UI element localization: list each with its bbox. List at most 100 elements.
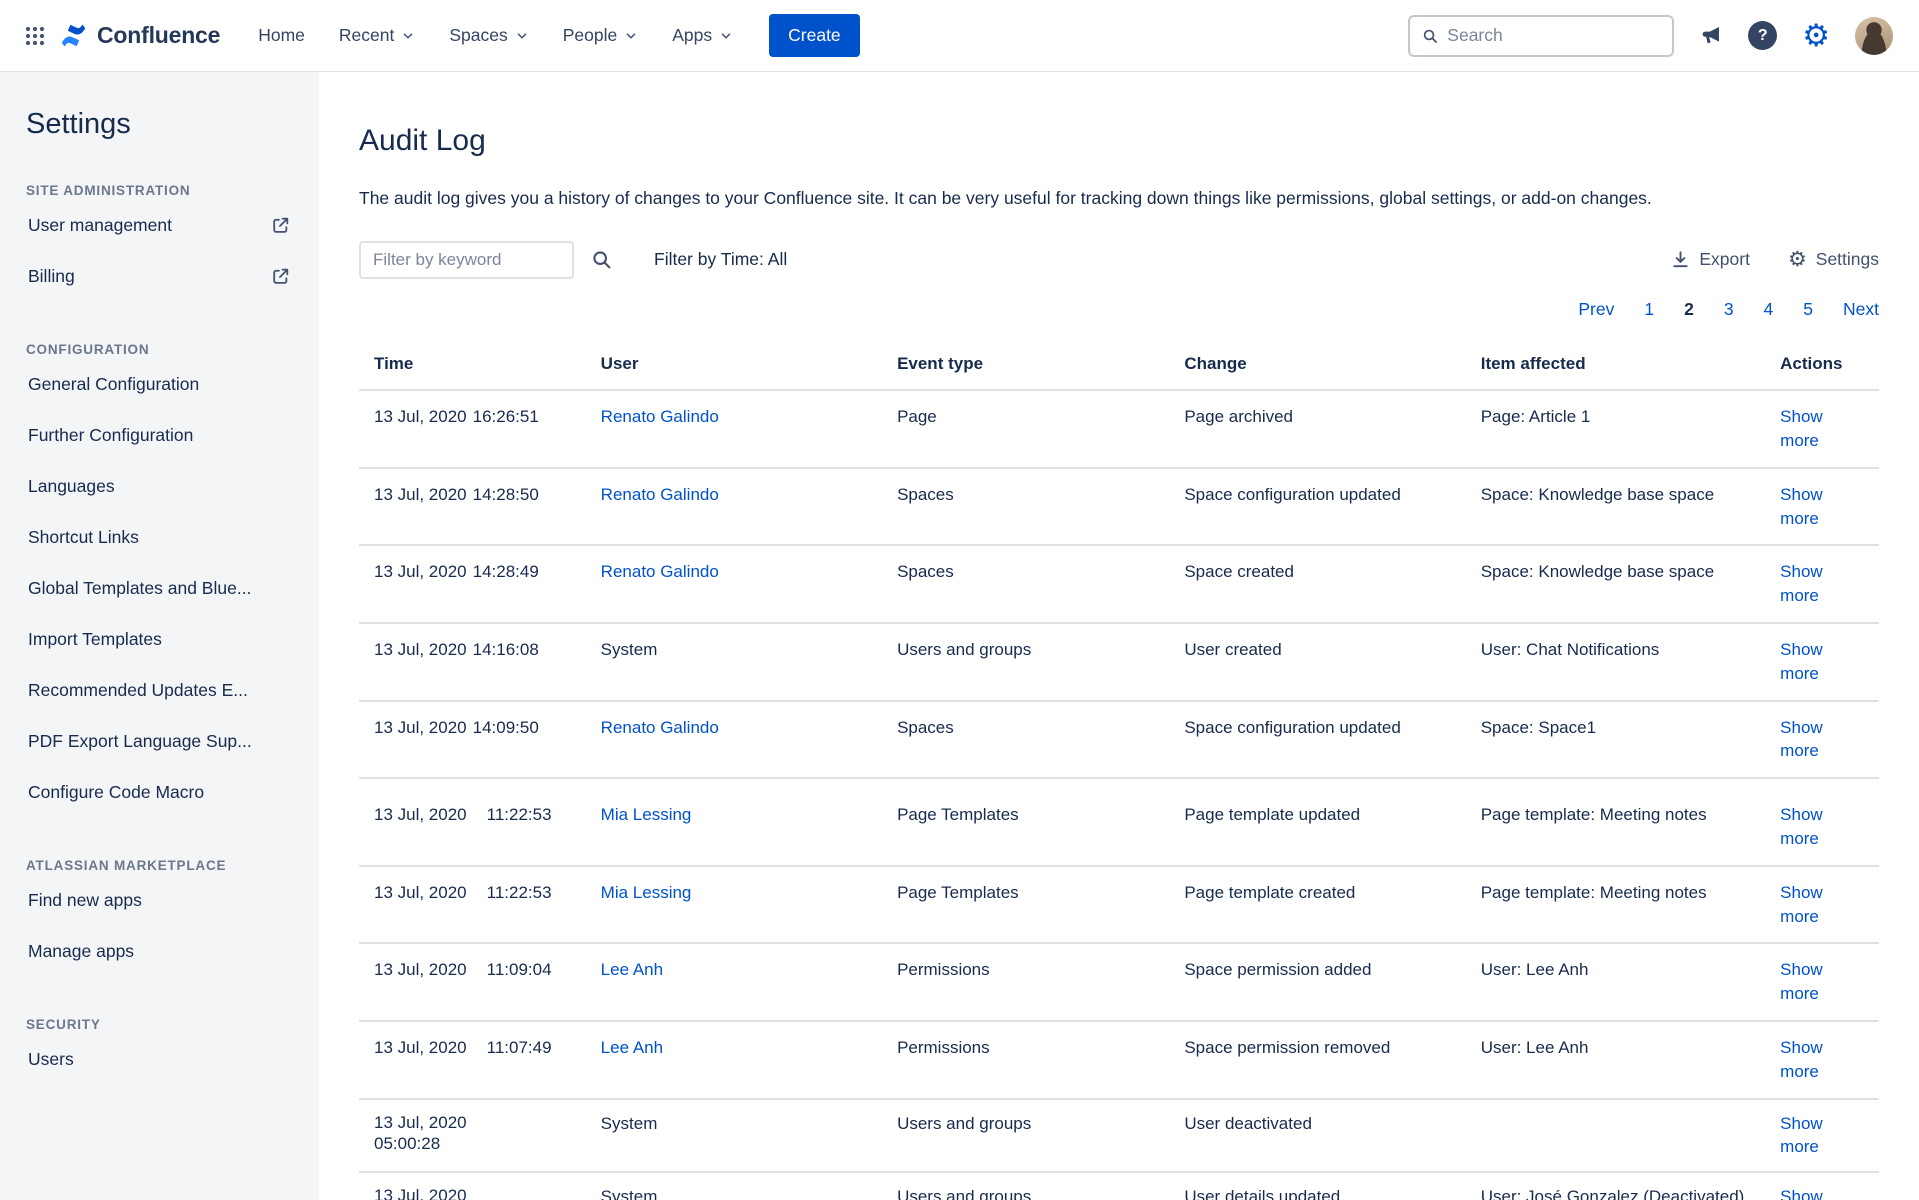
show-more-link[interactable]: Show more	[1780, 883, 1823, 926]
cell-change: User details updated	[1184, 1185, 1480, 1200]
show-more-link[interactable]: Show more	[1780, 407, 1823, 450]
cell-actions: Show more	[1780, 1185, 1879, 1200]
time-filter[interactable]: Filter by Time: All	[654, 249, 787, 270]
time-date: 13 Jul, 2020	[374, 883, 467, 902]
user-link[interactable]: Renato Galindo	[601, 485, 719, 504]
sidebar-item-recommended-updates-e[interactable]: Recommended Updates E...	[26, 667, 293, 714]
pagination-page-4[interactable]: 4	[1764, 299, 1774, 320]
sidebar-item-global-templates-and-blue[interactable]: Global Templates and Blue...	[26, 565, 293, 612]
cell-item-affected: User: Chat Notifications	[1481, 638, 1780, 662]
confluence-logo[interactable]: Confluence	[58, 20, 220, 51]
time-date: 13 Jul, 2020	[374, 407, 467, 426]
show-more-link[interactable]: Show more	[1780, 640, 1823, 683]
table-row: 13 Jul, 202016:26:51Renato GalindoPagePa…	[359, 391, 1879, 469]
show-more-link[interactable]: Show more	[1780, 1038, 1823, 1081]
user-link[interactable]: Lee Anh	[601, 960, 663, 979]
pagination-page-5[interactable]: 5	[1803, 299, 1813, 320]
show-more-link[interactable]: Show more	[1780, 1114, 1823, 1157]
nav-item-recent[interactable]: Recent	[339, 25, 415, 46]
user-link[interactable]: Lee Anh	[601, 1038, 663, 1057]
time-date: 13 Jul, 2020	[374, 805, 467, 824]
cell-event-type: Users and groups	[897, 1185, 1184, 1200]
announcements-button[interactable]	[1699, 24, 1723, 48]
app-name: Confluence	[97, 22, 220, 49]
app-switcher-icon	[23, 24, 47, 48]
sidebar-item-import-templates[interactable]: Import Templates	[26, 616, 293, 663]
cell-time: 13 Jul, 202014:09:50	[359, 716, 601, 740]
filter-row: Filter by Time: All Export ⚙ Settings	[359, 241, 1879, 279]
chevron-down-icon	[624, 29, 638, 43]
sidebar-item-manage-apps[interactable]: Manage apps	[26, 928, 293, 975]
search-input[interactable]	[1447, 25, 1660, 46]
user-link[interactable]: Renato Galindo	[601, 407, 719, 426]
pagination-prev[interactable]: Prev	[1578, 299, 1614, 320]
table-header: Time User Event type Change Item affecte…	[359, 346, 1879, 392]
nav-item-apps[interactable]: Apps	[672, 25, 733, 46]
table-toolbar: Export ⚙ Settings	[1671, 249, 1879, 270]
show-more-link[interactable]: Show more	[1780, 718, 1823, 761]
admin-settings-button[interactable]: ⚙	[1802, 20, 1830, 51]
pagination-page-3[interactable]: 3	[1724, 299, 1734, 320]
cell-actions: Show more	[1780, 881, 1879, 929]
sidebar-item-general-configuration[interactable]: General Configuration	[26, 361, 293, 408]
user-link[interactable]: Renato Galindo	[601, 718, 719, 737]
cell-actions: Show more	[1780, 405, 1879, 453]
sidebar-item-label: Global Templates and Blue...	[28, 578, 251, 599]
audit-settings-button[interactable]: ⚙ Settings	[1788, 249, 1879, 270]
cell-actions: Show more	[1780, 803, 1879, 851]
show-more-link[interactable]: Show more	[1780, 960, 1823, 1003]
filter-search-button[interactable]	[591, 249, 612, 270]
sidebar-item-configure-code-macro[interactable]: Configure Code Macro	[26, 769, 293, 816]
sidebar-item-find-new-apps[interactable]: Find new apps	[26, 877, 293, 924]
nav-label: People	[563, 25, 618, 46]
export-button[interactable]: Export	[1671, 249, 1750, 270]
audit-table-body: 13 Jul, 202016:26:51Renato GalindoPagePa…	[359, 391, 1879, 1200]
user-link[interactable]: Mia Lessing	[601, 805, 692, 824]
table-row: 13 Jul, 2020 11:22:53 Mia Lessing Page Temp…	[359, 867, 1879, 945]
show-more-link[interactable]: Show more	[1780, 1187, 1823, 1200]
pagination-page-1[interactable]: 1	[1644, 299, 1654, 320]
show-more-link[interactable]: Show more	[1780, 562, 1823, 605]
help-button[interactable]: ?	[1748, 21, 1777, 50]
cell-change: Page template created	[1184, 881, 1480, 905]
show-more-link[interactable]: Show more	[1780, 805, 1823, 848]
sidebar-item-further-configuration[interactable]: Further Configuration	[26, 412, 293, 459]
table-row: 13 Jul, 202014:09:50Renato GalindoSpaces…	[359, 702, 1879, 780]
keyword-filter-input[interactable]	[359, 241, 574, 279]
settings-gear-icon: ⚙	[1802, 20, 1830, 51]
user-link[interactable]: Renato Galindo	[601, 562, 719, 581]
sidebar-item-billing[interactable]: Billing	[26, 253, 293, 300]
user-link[interactable]: Mia Lessing	[601, 883, 692, 902]
cell-time: 13 Jul, 202005:00:28	[359, 1185, 601, 1200]
time-date: 13 Jul, 2020	[374, 1038, 467, 1057]
avatar[interactable]	[1855, 17, 1893, 55]
sidebar-item-languages[interactable]: Languages	[26, 463, 293, 510]
sidebar-item-user-management[interactable]: User management	[26, 202, 293, 249]
time-value: 11:22:53	[487, 883, 552, 902]
sidebar-item-pdf-export-language-sup[interactable]: PDF Export Language Sup...	[26, 718, 293, 765]
sidebar-item-label: Recommended Updates E...	[28, 680, 248, 701]
cell-item-affected: Space: Knowledge base space	[1481, 483, 1780, 507]
sidebar-item-label: Import Templates	[28, 629, 162, 650]
time-date: 13 Jul, 2020	[374, 1112, 583, 1133]
sidebar-item-users[interactable]: Users	[26, 1036, 293, 1083]
user-name: System	[601, 640, 658, 659]
pagination-next[interactable]: Next	[1843, 299, 1879, 320]
nav-item-people[interactable]: People	[563, 25, 639, 46]
show-more-link[interactable]: Show more	[1780, 485, 1823, 528]
nav-item-spaces[interactable]: Spaces	[449, 25, 528, 46]
cell-actions: Show more	[1780, 560, 1879, 608]
cell-event-type: Permissions	[897, 958, 1184, 982]
app-switcher-button[interactable]	[14, 15, 56, 57]
cell-user: System	[601, 1185, 897, 1200]
cell-actions: Show more	[1780, 1112, 1879, 1160]
sidebar-item-shortcut-links[interactable]: Shortcut Links	[26, 514, 293, 561]
cell-event-type: Permissions	[897, 1036, 1184, 1060]
table-row: 13 Jul, 202011:22:53Mia LessingPage Temp…	[359, 789, 1879, 867]
cell-change: Space permission added	[1184, 958, 1480, 982]
cell-event-type: Page Templates	[897, 881, 1184, 905]
time-value: 11:07:49	[487, 1038, 552, 1057]
create-button[interactable]: Create	[769, 14, 860, 57]
cell-user: Mia Lessing	[601, 881, 897, 905]
nav-item-home[interactable]: Home	[258, 25, 305, 46]
